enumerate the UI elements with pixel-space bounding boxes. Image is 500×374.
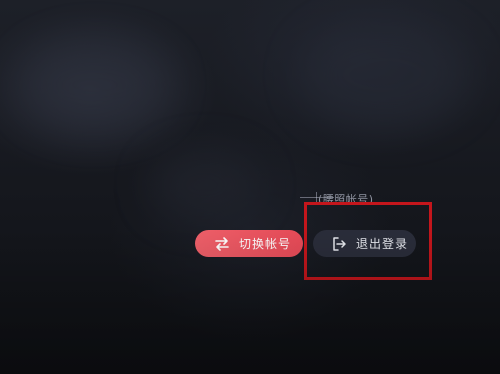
highlight-annotation-box	[304, 202, 432, 280]
background-blur	[20, 40, 170, 130]
background-blur	[300, 20, 470, 130]
switch-account-label: 切换帐号	[239, 237, 292, 251]
account-screen: (腰照帐号) 切换帐号 退出登录	[0, 0, 500, 374]
background-blur	[150, 150, 260, 220]
swap-arrows-icon	[213, 235, 231, 253]
switch-account-button[interactable]: 切换帐号	[195, 230, 303, 257]
